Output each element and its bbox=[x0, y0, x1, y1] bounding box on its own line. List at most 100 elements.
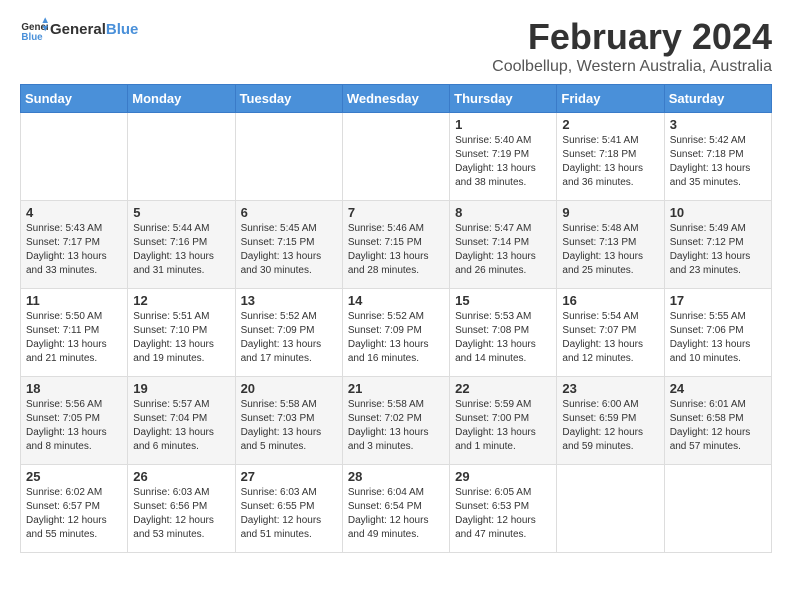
day-number: 23 bbox=[562, 381, 658, 396]
calendar-header-sunday: Sunday bbox=[21, 85, 128, 113]
day-info: Sunrise: 5:55 AMSunset: 7:06 PMDaylight:… bbox=[670, 310, 766, 366]
calendar-cell: 21 Sunrise: 5:58 AMSunset: 7:02 PMDayligh… bbox=[342, 377, 449, 465]
day-info: Sunrise: 5:51 AMSunset: 7:10 PMDaylight:… bbox=[133, 310, 229, 366]
day-info: Sunrise: 5:42 AMSunset: 7:18 PMDaylight:… bbox=[670, 134, 766, 190]
day-number: 15 bbox=[455, 293, 551, 308]
calendar-cell: 2 Sunrise: 5:41 AMSunset: 7:18 PMDaylight… bbox=[557, 113, 664, 201]
title-area: February 2024 Coolbellup, Western Austra… bbox=[492, 16, 772, 76]
day-number: 10 bbox=[670, 205, 766, 220]
calendar-cell: 28 Sunrise: 6:04 AMSunset: 6:54 PMDayligh… bbox=[342, 465, 449, 553]
day-number: 29 bbox=[455, 469, 551, 484]
calendar-cell: 16Sunrise: 5:54 AMSunset: 7:07 PMDayligh… bbox=[557, 289, 664, 377]
calendar-cell bbox=[664, 465, 771, 553]
day-info: Sunrise: 6:00 AMSunset: 6:59 PMDaylight:… bbox=[562, 398, 658, 454]
day-info: Sunrise: 5:48 AMSunset: 7:13 PMDaylight:… bbox=[562, 222, 658, 278]
day-info: Sunrise: 5:56 AMSunset: 7:05 PMDaylight:… bbox=[26, 398, 122, 454]
day-number: 11 bbox=[26, 293, 122, 308]
calendar-cell: 20 Sunrise: 5:58 AMSunset: 7:03 PMDayligh… bbox=[235, 377, 342, 465]
calendar-header-row: SundayMondayTuesdayWednesdayThursdayFrid… bbox=[21, 85, 772, 113]
day-info: Sunrise: 5:50 AMSunset: 7:11 PMDaylight:… bbox=[26, 310, 122, 366]
day-number: 18 bbox=[26, 381, 122, 396]
calendar-week-3: 11 Sunrise: 5:50 AMSunset: 7:11 PMDayligh… bbox=[21, 289, 772, 377]
calendar-cell bbox=[557, 465, 664, 553]
calendar-week-2: 4 Sunrise: 5:43 AMSunset: 7:17 PMDaylight… bbox=[21, 201, 772, 289]
calendar-header-monday: Monday bbox=[128, 85, 235, 113]
calendar-week-1: 1 Sunrise: 5:40 AMSunset: 7:19 PMDaylight… bbox=[21, 113, 772, 201]
day-info: Sunrise: 5:46 AMSunset: 7:15 PMDaylight:… bbox=[348, 222, 444, 278]
day-info: Sunrise: 5:40 AMSunset: 7:19 PMDaylight:… bbox=[455, 134, 551, 190]
logo-general: General bbox=[50, 21, 106, 38]
calendar-cell: 29Sunrise: 6:05 AMSunset: 6:53 PMDayligh… bbox=[450, 465, 557, 553]
day-info: Sunrise: 6:02 AMSunset: 6:57 PMDaylight:… bbox=[26, 486, 122, 542]
day-number: 9 bbox=[562, 205, 658, 220]
day-info: Sunrise: 5:58 AMSunset: 7:02 PMDaylight:… bbox=[348, 398, 444, 454]
calendar-cell: 26 Sunrise: 6:03 AMSunset: 6:56 PMDayligh… bbox=[128, 465, 235, 553]
calendar-cell: 10 Sunrise: 5:49 AMSunset: 7:12 PMDayligh… bbox=[664, 201, 771, 289]
day-info: Sunrise: 6:03 AMSunset: 6:55 PMDaylight:… bbox=[241, 486, 337, 542]
calendar-cell: 11 Sunrise: 5:50 AMSunset: 7:11 PMDayligh… bbox=[21, 289, 128, 377]
day-info: Sunrise: 5:54 AMSunset: 7:07 PMDaylight:… bbox=[562, 310, 658, 366]
calendar-cell: 22Sunrise: 5:59 AMSunset: 7:00 PMDayligh… bbox=[450, 377, 557, 465]
calendar-cell: 18 Sunrise: 5:56 AMSunset: 7:05 PMDayligh… bbox=[21, 377, 128, 465]
day-info: Sunrise: 6:01 AMSunset: 6:58 PMDaylight:… bbox=[670, 398, 766, 454]
calendar-cell bbox=[235, 113, 342, 201]
calendar-cell bbox=[128, 113, 235, 201]
day-number: 2 bbox=[562, 117, 658, 132]
day-info: Sunrise: 5:53 AMSunset: 7:08 PMDaylight:… bbox=[455, 310, 551, 366]
calendar-cell: 12 Sunrise: 5:51 AMSunset: 7:10 PMDayligh… bbox=[128, 289, 235, 377]
day-number: 25 bbox=[26, 469, 122, 484]
day-number: 19 bbox=[133, 381, 229, 396]
calendar-header-tuesday: Tuesday bbox=[235, 85, 342, 113]
calendar-cell: 1 Sunrise: 5:40 AMSunset: 7:19 PMDaylight… bbox=[450, 113, 557, 201]
calendar-cell: 19 Sunrise: 5:57 AMSunset: 7:04 PMDayligh… bbox=[128, 377, 235, 465]
day-number: 24 bbox=[670, 381, 766, 396]
calendar-cell: 24 Sunrise: 6:01 AMSunset: 6:58 PMDayligh… bbox=[664, 377, 771, 465]
day-info: Sunrise: 5:41 AMSunset: 7:18 PMDaylight:… bbox=[562, 134, 658, 190]
day-number: 20 bbox=[241, 381, 337, 396]
day-number: 3 bbox=[670, 117, 766, 132]
day-info: Sunrise: 5:57 AMSunset: 7:04 PMDaylight:… bbox=[133, 398, 229, 454]
day-number: 21 bbox=[348, 381, 444, 396]
calendar-cell: 3 Sunrise: 5:42 AMSunset: 7:18 PMDaylight… bbox=[664, 113, 771, 201]
calendar-header-saturday: Saturday bbox=[664, 85, 771, 113]
calendar-week-4: 18 Sunrise: 5:56 AMSunset: 7:05 PMDayligh… bbox=[21, 377, 772, 465]
calendar-header-friday: Friday bbox=[557, 85, 664, 113]
calendar-cell: 9 Sunrise: 5:48 AMSunset: 7:13 PMDaylight… bbox=[557, 201, 664, 289]
day-number: 8 bbox=[455, 205, 551, 220]
day-info: Sunrise: 6:03 AMSunset: 6:56 PMDaylight:… bbox=[133, 486, 229, 542]
calendar-cell: 25 Sunrise: 6:02 AMSunset: 6:57 PMDayligh… bbox=[21, 465, 128, 553]
day-number: 14 bbox=[348, 293, 444, 308]
logo: General Blue GeneralBlue bbox=[20, 16, 138, 44]
calendar-cell: 23 Sunrise: 6:00 AMSunset: 6:59 PMDayligh… bbox=[557, 377, 664, 465]
day-number: 1 bbox=[455, 117, 551, 132]
day-number: 27 bbox=[241, 469, 337, 484]
day-info: Sunrise: 5:52 AMSunset: 7:09 PMDaylight:… bbox=[241, 310, 337, 366]
calendar-cell bbox=[342, 113, 449, 201]
day-info: Sunrise: 5:49 AMSunset: 7:12 PMDaylight:… bbox=[670, 222, 766, 278]
calendar-cell: 17 Sunrise: 5:55 AMSunset: 7:06 PMDayligh… bbox=[664, 289, 771, 377]
calendar-cell: 4 Sunrise: 5:43 AMSunset: 7:17 PMDaylight… bbox=[21, 201, 128, 289]
day-info: Sunrise: 5:47 AMSunset: 7:14 PMDaylight:… bbox=[455, 222, 551, 278]
calendar-header-thursday: Thursday bbox=[450, 85, 557, 113]
logo-blue: Blue bbox=[106, 21, 139, 38]
day-number: 5 bbox=[133, 205, 229, 220]
day-number: 7 bbox=[348, 205, 444, 220]
main-title: February 2024 bbox=[492, 16, 772, 58]
calendar: SundayMondayTuesdayWednesdayThursdayFrid… bbox=[20, 84, 772, 553]
calendar-cell: 27 Sunrise: 6:03 AMSunset: 6:55 PMDayligh… bbox=[235, 465, 342, 553]
header: General Blue GeneralBlue February 2024 C… bbox=[20, 16, 772, 76]
day-info: Sunrise: 5:43 AMSunset: 7:17 PMDaylight:… bbox=[26, 222, 122, 278]
day-number: 4 bbox=[26, 205, 122, 220]
day-number: 26 bbox=[133, 469, 229, 484]
day-number: 6 bbox=[241, 205, 337, 220]
day-number: 13 bbox=[241, 293, 337, 308]
day-number: 12 bbox=[133, 293, 229, 308]
day-number: 28 bbox=[348, 469, 444, 484]
svg-text:Blue: Blue bbox=[21, 32, 43, 43]
calendar-cell: 5Sunrise: 5:44 AMSunset: 7:16 PMDaylight… bbox=[128, 201, 235, 289]
calendar-cell: 13 Sunrise: 5:52 AMSunset: 7:09 PMDayligh… bbox=[235, 289, 342, 377]
day-info: Sunrise: 6:04 AMSunset: 6:54 PMDaylight:… bbox=[348, 486, 444, 542]
calendar-header-wednesday: Wednesday bbox=[342, 85, 449, 113]
day-number: 17 bbox=[670, 293, 766, 308]
day-info: Sunrise: 5:58 AMSunset: 7:03 PMDaylight:… bbox=[241, 398, 337, 454]
